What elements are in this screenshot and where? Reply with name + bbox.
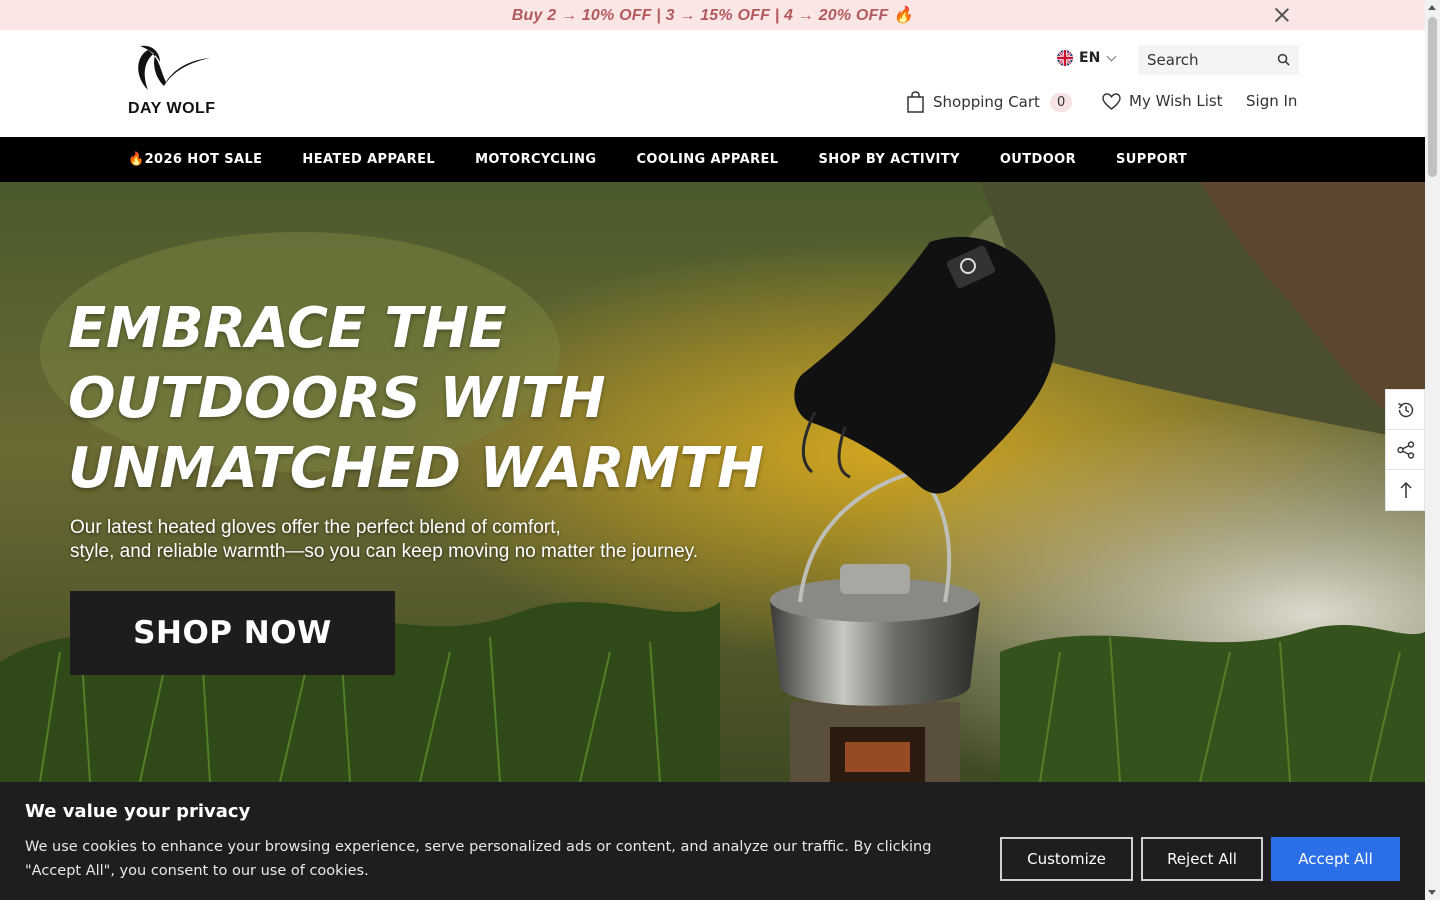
- hero-title-line: UNMATCHED WARMTH: [68, 436, 764, 501]
- logo[interactable]: DAY WOLF: [126, 42, 222, 118]
- nav-item-support[interactable]: SUPPORT: [1116, 152, 1187, 167]
- site-header: DAY WOLF EN Shopping Cart 0: [0, 30, 1425, 137]
- sign-in-link[interactable]: Sign In: [1246, 92, 1297, 110]
- cookie-title: We value your privacy: [25, 801, 251, 822]
- close-icon[interactable]: [1273, 6, 1291, 24]
- hero-subtitle-line: style, and reliable warmth—so you can ke…: [70, 541, 699, 562]
- scroll-up-arrow-icon[interactable]: [1428, 5, 1436, 10]
- announcement-bar: Buy 2 → 10% OFF | 3 → 15% OFF | 4 → 20% …: [0, 0, 1425, 30]
- back-to-top-button[interactable]: [1386, 470, 1426, 510]
- logo-text: DAY WOLF: [128, 100, 216, 117]
- search-input[interactable]: [1147, 51, 1267, 69]
- hero-title: EMBRACE THE OUTDOORS WITH UNMATCHED WARM…: [68, 294, 788, 504]
- arrow-up-icon: [1400, 481, 1412, 498]
- page-scrollbar[interactable]: [1425, 0, 1440, 900]
- language-label: EN: [1079, 50, 1101, 66]
- history-icon: [1398, 402, 1414, 417]
- share-icon: [1397, 440, 1415, 459]
- nav-item-motorcycling[interactable]: MOTORCYCLING: [475, 152, 596, 167]
- shopping-cart-label: Shopping Cart: [933, 93, 1040, 111]
- nav-item-heated-apparel[interactable]: HEATED APPAREL: [302, 152, 435, 167]
- nav-item-hot-sale[interactable]: 🔥2026 HOT SALE: [128, 152, 262, 167]
- cookie-description: We use cookies to enhance your browsing …: [25, 839, 932, 879]
- nav-item-cooling-apparel[interactable]: COOLING APPAREL: [636, 152, 778, 167]
- floating-toolbar: [1385, 389, 1426, 511]
- language-selector[interactable]: EN: [1057, 50, 1117, 66]
- chevron-down-icon: [1106, 51, 1117, 61]
- recently-viewed-button[interactable]: [1386, 390, 1426, 430]
- announcement-text: Buy 2 → 10% OFF | 3 → 15% OFF | 4 → 20% …: [511, 7, 914, 24]
- hero-title-line: OUTDOORS WITH: [68, 366, 606, 431]
- nav-item-shop-by-activity[interactable]: SHOP BY ACTIVITY: [818, 152, 959, 167]
- scroll-down-arrow-icon[interactable]: [1428, 890, 1436, 895]
- main-navigation: 🔥2026 HOT SALE HEATED APPAREL MOTORCYCLI…: [0, 137, 1425, 182]
- hero-subtitle: Our latest heated gloves offer the perfe…: [70, 516, 760, 564]
- shopping-cart-button[interactable]: Shopping Cart 0: [906, 91, 1073, 113]
- scrollbar-thumb[interactable]: [1428, 17, 1437, 177]
- cookie-consent-banner: We value your privacy We use cookies to …: [0, 782, 1425, 900]
- customize-button[interactable]: Customize: [1000, 837, 1133, 881]
- hero-banner[interactable]: EMBRACE THE OUTDOORS WITH UNMATCHED WARM…: [0, 182, 1425, 782]
- accept-all-button[interactable]: Accept All: [1271, 837, 1400, 881]
- share-button[interactable]: [1386, 430, 1426, 470]
- uk-flag-icon: [1057, 50, 1073, 66]
- reject-all-button[interactable]: Reject All: [1141, 837, 1263, 881]
- search-icon[interactable]: [1277, 53, 1290, 66]
- cart-count-badge: 0: [1049, 92, 1073, 112]
- hero-title-line: EMBRACE THE: [68, 296, 507, 361]
- search-box: [1138, 45, 1299, 75]
- hero-subtitle-line: Our latest heated gloves offer the perfe…: [70, 517, 561, 538]
- nav-item-outdoor[interactable]: OUTDOOR: [1000, 152, 1076, 167]
- wishlist-button[interactable]: My Wish List: [1102, 92, 1223, 110]
- wishlist-label: My Wish List: [1129, 92, 1223, 110]
- heart-icon: [1102, 92, 1121, 110]
- shop-now-button[interactable]: SHOP NOW: [70, 591, 395, 675]
- shopping-bag-icon: [907, 91, 924, 113]
- wolf-logo-icon: [138, 45, 210, 90]
